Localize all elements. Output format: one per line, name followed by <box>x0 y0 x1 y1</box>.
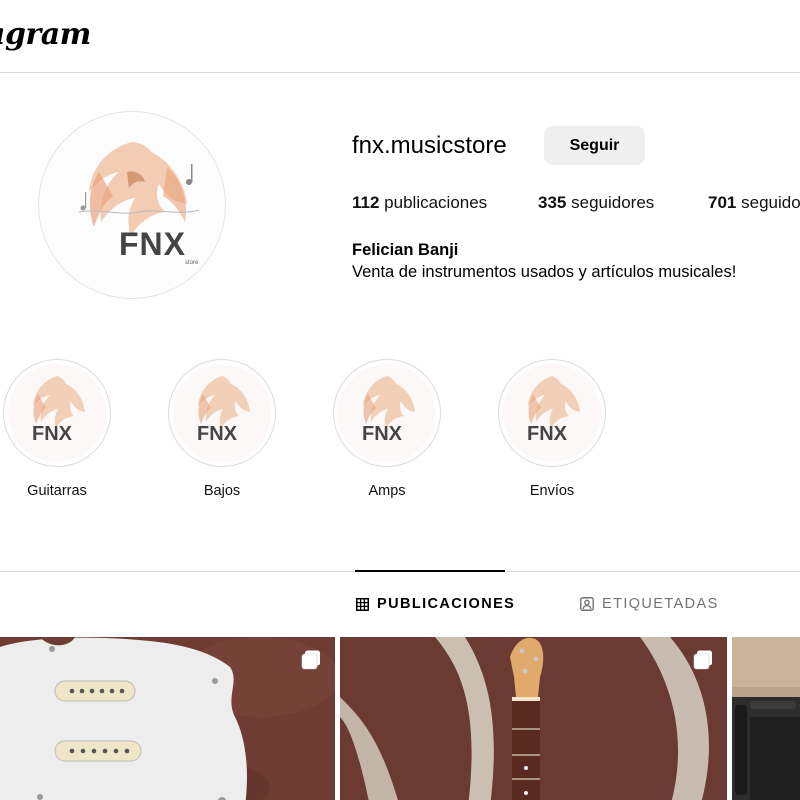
carousel-icon <box>693 650 712 670</box>
highlight-logo-text: FNX <box>362 423 403 445</box>
highlight-ring: FNX <box>168 359 276 467</box>
carousel-icon <box>301 650 320 670</box>
instagram-logo[interactable]: agram <box>0 17 91 52</box>
grid-icon <box>356 597 369 611</box>
stat-posts-count: 112 <box>352 193 380 212</box>
highlight-guitarras[interactable]: FNX Guitarras <box>3 359 113 499</box>
stat-followers-label: seguidores <box>571 193 655 212</box>
profile-full-name: Felician Banji <box>352 241 459 259</box>
tab-active-indicator <box>355 570 505 572</box>
phoenix-logo-icon: FNX store <box>40 113 225 298</box>
highlight-envios[interactable]: FNX Envíos <box>498 359 608 499</box>
stat-followers-count: 335 <box>538 193 567 212</box>
stat-posts: 112 publicaciones <box>352 193 487 213</box>
highlight-label: Guitarras <box>27 483 87 499</box>
highlight-label: Bajos <box>203 483 241 499</box>
guitar-pickguard-photo <box>0 637 335 800</box>
highlight-ring: FNX <box>498 359 606 467</box>
top-bar: agram <box>0 0 800 73</box>
avatar-logo-text: FNX <box>119 226 186 262</box>
tagged-icon <box>580 597 594 611</box>
post-amplifier[interactable] <box>732 637 800 800</box>
follow-button[interactable]: Seguir <box>544 126 645 165</box>
avatar-logo-subtext: store <box>185 260 199 266</box>
tab-publicaciones[interactable]: PUBLICACIONES <box>356 596 515 612</box>
stat-following-count: 701 <box>708 193 737 212</box>
highlight-logo-text: FNX <box>527 423 568 445</box>
highlight-logo-text: FNX <box>197 423 238 445</box>
stat-posts-label: publicaciones <box>384 193 488 212</box>
phoenix-logo-icon: FNX <box>8 364 106 462</box>
highlight-label: Amps <box>368 483 406 499</box>
highlight-ring: FNX <box>333 359 441 467</box>
tab-label: ETIQUETADAS <box>602 596 719 612</box>
post-guitar-pickguard[interactable] <box>0 637 335 800</box>
amplifier-photo <box>732 637 800 800</box>
guitar-neck-photo <box>340 637 727 800</box>
stat-following[interactable]: 701 seguidos <box>708 193 800 213</box>
stat-followers[interactable]: 335 seguidores <box>538 193 654 213</box>
post-guitar-neck[interactable] <box>340 637 727 800</box>
phoenix-logo-icon: FNX <box>173 364 271 462</box>
highlight-amps[interactable]: FNX Amps <box>333 359 443 499</box>
highlight-ring: FNX <box>3 359 111 467</box>
profile-avatar[interactable]: FNX store <box>38 111 226 299</box>
tab-etiquetadas[interactable]: ETIQUETADAS <box>580 596 719 612</box>
tab-label: PUBLICACIONES <box>377 596 516 612</box>
highlight-logo-text: FNX <box>32 423 73 445</box>
profile-username: fnx.musicstore <box>352 132 507 159</box>
profile-bio: Venta de instrumentos usados y artículos… <box>352 263 737 281</box>
phoenix-logo-icon: FNX <box>503 364 601 462</box>
highlight-label: Envíos <box>529 483 575 499</box>
highlight-bajos[interactable]: FNX Bajos <box>168 359 278 499</box>
stat-following-label: seguidos <box>741 193 800 212</box>
phoenix-logo-icon: FNX <box>338 364 436 462</box>
